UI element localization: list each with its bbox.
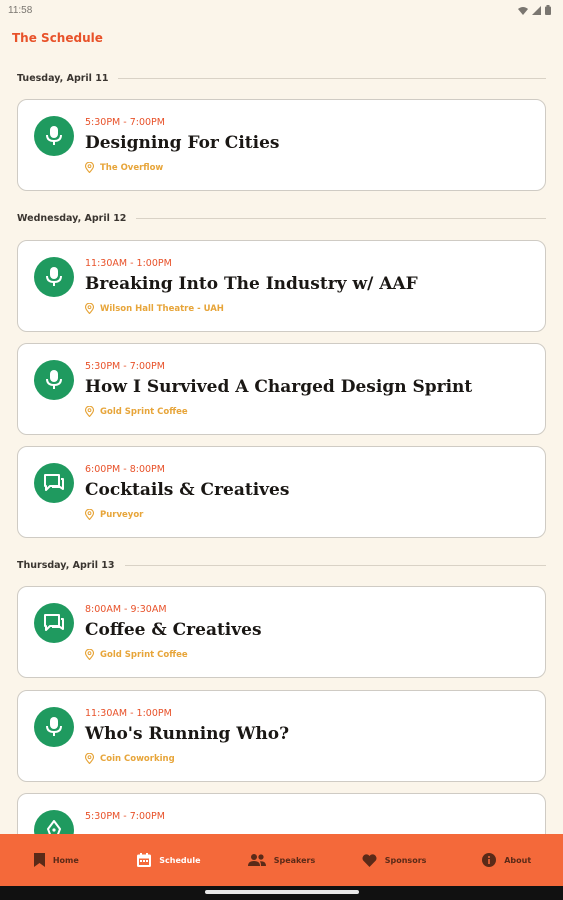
day-header: Thursday, April 13 [17, 557, 546, 573]
event-title: Breaking Into The Industry w/ AAF [85, 274, 418, 294]
nav-home[interactable]: Home [0, 853, 113, 867]
divider [136, 217, 546, 219]
day-header: Tuesday, April 11 [17, 70, 546, 86]
wifi-icon [518, 6, 528, 15]
day-label: Tuesday, April 11 [17, 72, 109, 84]
page-title: The Schedule [12, 31, 103, 45]
map-pin-icon [85, 649, 94, 660]
event-location: Coin Coworking [85, 753, 175, 764]
event-title: Coffee & Creatives [85, 620, 262, 640]
signal-icon [532, 5, 541, 15]
event-location: Gold Sprint Coffee [85, 406, 188, 417]
day-header: Wednesday, April 12 [17, 210, 546, 226]
calendar-icon [137, 853, 152, 867]
nav-about[interactable]: About [450, 853, 563, 867]
event-location: Purveyor [85, 509, 143, 520]
event-title: Designing For Cities [85, 133, 280, 153]
location-label: Coin Coworking [100, 753, 175, 764]
event-title: Who's Running Who? [85, 724, 290, 744]
nav-schedule[interactable]: Schedule [113, 853, 226, 867]
bottom-nav: Home Schedule Speakers Sponsors About [0, 834, 563, 886]
info-icon [482, 853, 497, 867]
event-card[interactable]: 6:00PM - 8:00PM Cocktails & Creatives Pu… [17, 446, 546, 538]
microphone-icon [34, 707, 74, 747]
event-location: The Overflow [85, 162, 163, 173]
nav-speakers[interactable]: Speakers [225, 854, 338, 866]
nav-label: Schedule [159, 855, 201, 865]
event-time: 5:30PM - 7:00PM [85, 811, 165, 822]
nav-label: Home [52, 855, 79, 865]
event-card[interactable]: 5:30PM - 7:00PM How I Survived A Charged… [17, 343, 546, 435]
divider [118, 77, 546, 79]
event-card[interactable]: 11:30AM - 1:00PM Breaking Into The Indus… [17, 240, 546, 332]
system-nav-bar [0, 886, 563, 900]
nav-sponsors[interactable]: Sponsors [338, 853, 451, 867]
bookmark-icon [33, 853, 45, 867]
status-icons [518, 5, 551, 15]
event-time: 5:30PM - 7:00PM [85, 361, 165, 372]
nav-label: About [504, 855, 532, 865]
event-time: 11:30AM - 1:00PM [85, 258, 172, 269]
pen-nib-icon [34, 810, 74, 834]
map-pin-icon [85, 162, 94, 173]
location-label: Gold Sprint Coffee [100, 649, 188, 660]
microphone-icon [34, 257, 74, 297]
status-bar: 11:58 [0, 0, 563, 20]
people-icon [247, 854, 266, 866]
heart-icon [362, 853, 377, 867]
map-pin-icon [85, 753, 94, 764]
map-pin-icon [85, 406, 94, 417]
divider [124, 564, 546, 566]
event-title: Cocktails & Creatives [85, 480, 290, 500]
location-label: Purveyor [100, 509, 144, 520]
event-card[interactable]: 11:30AM - 1:00PM Who's Running Who? Coin… [17, 690, 546, 782]
location-label: The Overflow [100, 162, 164, 173]
battery-icon [545, 5, 551, 15]
event-time: 8:00AM - 9:30AM [85, 604, 167, 615]
event-card[interactable]: 8:00AM - 9:30AM Coffee & Creatives Gold … [17, 586, 546, 678]
microphone-icon [34, 360, 74, 400]
map-pin-icon [85, 303, 94, 314]
event-time: 11:30AM - 1:00PM [85, 708, 172, 719]
nav-label: Speakers [273, 855, 316, 865]
chat-icon [34, 463, 74, 503]
status-time: 11:58 [8, 4, 33, 16]
day-label: Wednesday, April 12 [17, 212, 127, 224]
location-label: Wilson Hall Theatre - UAH [100, 303, 224, 314]
event-location: Wilson Hall Theatre - UAH [85, 303, 224, 314]
event-time: 5:30PM - 7:00PM [85, 117, 165, 128]
event-location: Gold Sprint Coffee [85, 649, 188, 660]
home-indicator[interactable] [205, 890, 359, 894]
event-card[interactable]: 5:30PM - 7:00PM [17, 793, 546, 834]
microphone-icon [34, 116, 74, 156]
event-title: How I Survived A Charged Design Sprint [85, 377, 473, 397]
chat-icon [34, 603, 74, 643]
nav-label: Sponsors [384, 855, 427, 865]
day-label: Thursday, April 13 [17, 559, 115, 571]
schedule-list[interactable]: Tuesday, April 11 5:30PM - 7:00PM Design… [0, 60, 563, 834]
event-time: 6:00PM - 8:00PM [85, 464, 165, 475]
event-card[interactable]: 5:30PM - 7:00PM Designing For Cities The… [17, 99, 546, 191]
map-pin-icon [85, 509, 94, 520]
location-label: Gold Sprint Coffee [100, 406, 188, 417]
